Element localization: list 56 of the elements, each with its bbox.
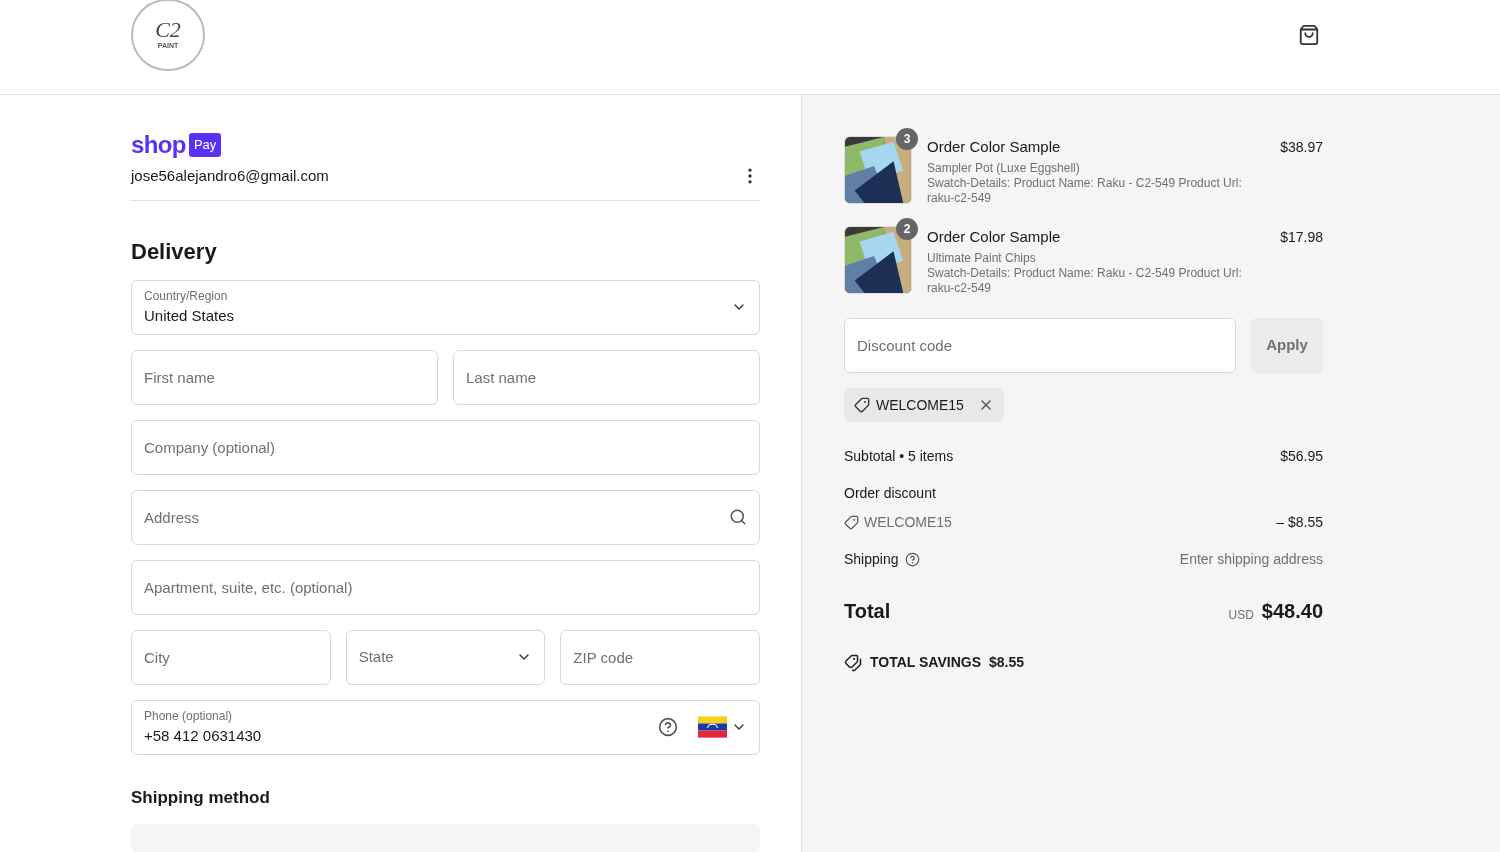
field-value: +58 412 0631430: [144, 725, 263, 746]
product-details: Swatch-Details: Product Name: Raku - C2-549 Product Url: raku-c2-549: [927, 266, 1243, 296]
field-value: United States: [144, 305, 236, 326]
search-icon: [729, 507, 747, 526]
input-field[interactable]: Apartment, suite, etc. (optional): [131, 559, 760, 615]
section-heading: Shipping method: [131, 786, 271, 809]
shipping-value: Enter shipping address: [1179, 550, 1323, 569]
paint-swatches-thumbnail: [844, 136, 912, 204]
help-icon[interactable]: [658, 717, 678, 737]
paint-swatches-thumbnail: [844, 226, 912, 294]
savings-value: $8.55: [989, 653, 1025, 672]
field-label: Country/Region: [144, 287, 229, 305]
product-variant: Ultimate Paint Chips: [927, 250, 1037, 266]
help-icon[interactable]: [904, 552, 920, 567]
apply-button[interactable]: Apply: [1251, 318, 1323, 373]
total-value: $48.40: [1261, 599, 1323, 624]
shopping-bag-icon[interactable]: [1298, 24, 1320, 46]
tags-icon: [844, 653, 862, 672]
product-variant: Sampler Pot (Luxe Eggshell): [927, 160, 1081, 176]
currency-code: USD: [1228, 607, 1254, 624]
total-label: Total: [844, 599, 891, 624]
product-price: $17.98: [1279, 228, 1323, 247]
country-select[interactable]: Country/Region United States: [131, 279, 760, 335]
input-field[interactable]: Last name: [453, 349, 760, 405]
input-field[interactable]: ZIP code: [560, 629, 760, 685]
input-field[interactable]: City: [131, 629, 331, 685]
tag-icon: [854, 397, 870, 413]
order-discount-label: Order discount: [844, 484, 936, 503]
field-label: Phone (optional): [144, 707, 234, 725]
quantity-badge: 2: [896, 218, 918, 240]
discount-code-field[interactable]: Discount code: [844, 318, 1236, 373]
subtotal-value: $56.95: [1280, 447, 1323, 466]
subtotal-label: Subtotal • 5 items: [844, 447, 954, 466]
discount-value: – $8.55: [1276, 513, 1323, 532]
product-name: Order Color Sample: [927, 227, 1062, 247]
section-heading: Delivery: [131, 237, 218, 266]
logo-monogram: C2: [155, 18, 181, 41]
savings-label: TOTAL SAVINGS: [870, 653, 981, 672]
phone-field[interactable]: Phone (optional) +58 412 0631430: [131, 699, 760, 755]
quantity-badge: 3: [896, 128, 918, 150]
account-email: jose56alejandro6@gmail.com: [131, 166, 329, 186]
input-field[interactable]: First name: [131, 349, 438, 405]
input-field[interactable]: Company (optional): [131, 419, 760, 475]
pay-badge: Pay: [188, 133, 222, 157]
discount-code: WELCOME15: [876, 395, 964, 415]
product-name: Order Color Sample: [927, 137, 1062, 157]
address-field[interactable]: Address: [131, 489, 760, 545]
tag-icon: [844, 515, 859, 530]
product-details: Swatch-Details: Product Name: Raku - C2-549 Product Url: raku-c2-549: [927, 176, 1243, 206]
shipping-label: Shipping: [844, 550, 899, 569]
product-price: $38.97: [1279, 138, 1323, 157]
select-placeholder: State: [358, 646, 395, 667]
flag-icon[interactable]: [698, 716, 727, 738]
discount-code: WELCOME15: [864, 513, 952, 532]
shop-wordmark: shop: [131, 133, 186, 157]
select-field[interactable]: State: [345, 629, 546, 685]
